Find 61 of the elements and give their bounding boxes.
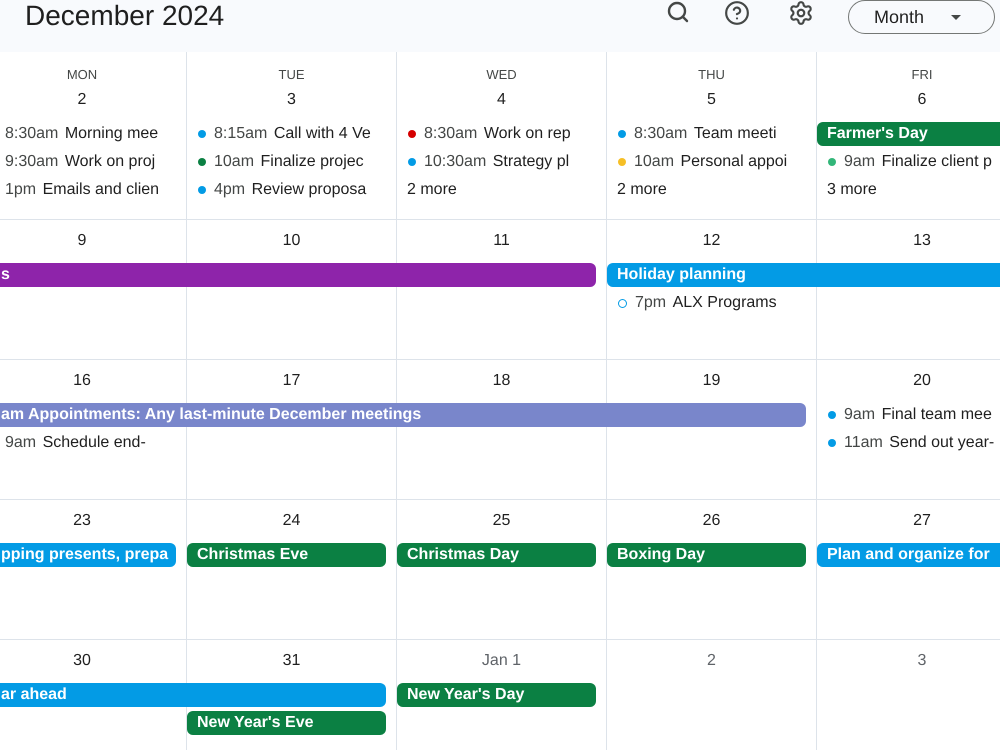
view-switcher-button[interactable]: Month bbox=[848, 0, 995, 34]
date-number[interactable]: 17 bbox=[282, 369, 300, 393]
date-number[interactable]: 2 bbox=[78, 88, 86, 112]
timed-event[interactable]: 7pm ALX Programs bbox=[618, 290, 777, 316]
date-number[interactable]: 25 bbox=[492, 509, 510, 533]
date-number[interactable]: 13 bbox=[913, 229, 931, 253]
date-number[interactable]: Jan 1 bbox=[482, 649, 522, 673]
all-day-event[interactable]: New Year's Eve bbox=[187, 711, 386, 735]
settings-icon bbox=[788, 0, 814, 26]
date-number[interactable]: 9 bbox=[78, 229, 86, 253]
date-number[interactable]: 20 bbox=[913, 369, 931, 393]
timed-event[interactable]: 11am Send out year- bbox=[828, 430, 994, 456]
date-number[interactable]: 5 bbox=[707, 88, 716, 112]
weekday-label: THU bbox=[698, 66, 725, 84]
timed-event[interactable]: 8:30am Team meeti bbox=[618, 121, 777, 147]
date-number[interactable]: 2 bbox=[707, 649, 716, 673]
timed-event[interactable]: 10:30am Strategy pl bbox=[408, 149, 570, 175]
date-number[interactable]: 18 bbox=[492, 369, 510, 393]
all-day-event[interactable]: Christmas Eve bbox=[187, 543, 386, 567]
date-number[interactable]: 6 bbox=[918, 88, 926, 112]
date-number[interactable]: 26 bbox=[702, 509, 720, 533]
date-number[interactable]: 10 bbox=[282, 229, 300, 253]
date-number[interactable]: 19 bbox=[702, 369, 720, 393]
timed-event[interactable]: 10am Finalize projec bbox=[198, 149, 364, 175]
timed-event[interactable]: 1pm Emails and clien bbox=[5, 177, 160, 203]
more-events-link[interactable]: 2 more bbox=[617, 177, 667, 203]
date-number[interactable]: 4 bbox=[497, 88, 506, 112]
all-day-event[interactable]: Boxing Day bbox=[607, 543, 806, 567]
weekday-label: FRI bbox=[912, 66, 932, 84]
all-day-event[interactable]: Christmas Day bbox=[397, 543, 596, 567]
timed-event[interactable]: 9:30am Work on proj bbox=[5, 149, 156, 175]
timed-event[interactable]: 8:15am Call with 4 Ve bbox=[198, 121, 371, 147]
timed-event[interactable]: 10am Personal appoi bbox=[618, 149, 788, 175]
all-day-event[interactable]: New Year's Day bbox=[397, 683, 596, 707]
date-number[interactable]: 12 bbox=[702, 229, 720, 253]
date-number[interactable]: 3 bbox=[918, 649, 926, 673]
caret-icon bbox=[951, 14, 961, 20]
all-day-event[interactable]: s bbox=[0, 263, 596, 287]
date-number[interactable]: 24 bbox=[282, 509, 300, 533]
timed-event[interactable]: 8:30am Morning mee bbox=[5, 121, 158, 147]
weekday-label: WED bbox=[486, 66, 517, 84]
timed-event[interactable]: 9am Schedule end- bbox=[5, 430, 146, 456]
month-title: December 2024 bbox=[25, 0, 224, 32]
date-number[interactable]: 27 bbox=[913, 509, 931, 533]
more-events-link[interactable]: 2 more bbox=[407, 177, 457, 203]
date-number[interactable]: 3 bbox=[287, 88, 296, 112]
timed-event[interactable]: 9am Final team mee bbox=[828, 402, 992, 428]
timed-event[interactable]: 8:30am Work on rep bbox=[408, 121, 571, 147]
search-icon bbox=[666, 0, 690, 24]
help-icon bbox=[724, 0, 750, 26]
timed-event[interactable]: 9am Finalize client p bbox=[828, 149, 992, 175]
date-number[interactable]: 11 bbox=[493, 229, 510, 253]
more-events-link[interactable]: 3 more bbox=[827, 177, 877, 203]
all-day-event[interactable]: Farmer's Day bbox=[817, 122, 1000, 146]
weekday-label: TUE bbox=[278, 66, 304, 84]
timed-event[interactable]: 4pm Review proposa bbox=[198, 177, 366, 203]
date-number[interactable]: 16 bbox=[73, 369, 91, 393]
weekday-label: MON bbox=[66, 66, 98, 84]
date-number[interactable]: 31 bbox=[282, 649, 300, 673]
date-number[interactable]: 30 bbox=[73, 649, 91, 673]
date-number[interactable]: 23 bbox=[73, 509, 91, 533]
